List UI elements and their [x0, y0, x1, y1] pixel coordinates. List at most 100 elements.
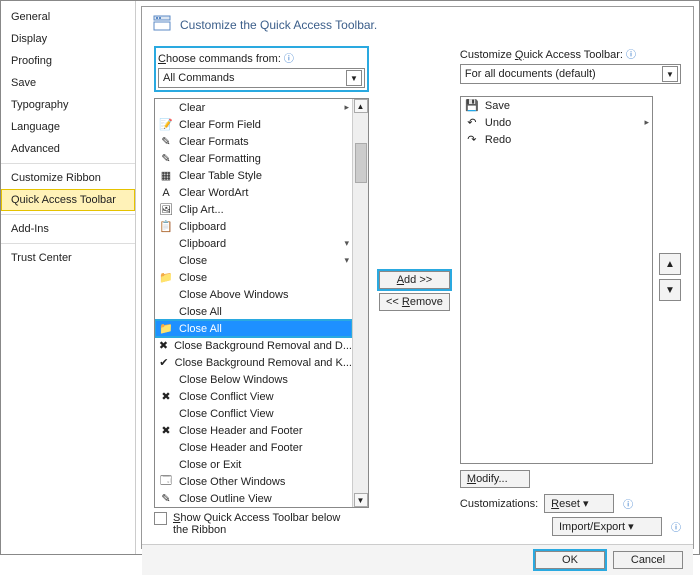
- list-item[interactable]: Clear▸: [155, 99, 352, 116]
- list-item[interactable]: ✖Close Header and Footer: [155, 422, 352, 439]
- info-icon: ⓘ: [626, 50, 636, 61]
- list-item[interactable]: 📁Close: [155, 269, 352, 286]
- command-icon: ▦: [158, 169, 174, 182]
- submenu-icon: ▸: [344, 102, 349, 113]
- list-item[interactable]: ✔ Close Background Removal and K...: [155, 354, 352, 371]
- list-item[interactable]: 🖼Clip Art...: [155, 201, 352, 218]
- sidebar-item-advanced[interactable]: Advanced: [1, 138, 135, 160]
- command-icon: ✔: [158, 356, 170, 369]
- list-item[interactable]: ▦ Clear Table Style: [155, 167, 352, 184]
- list-item-label: Clear WordArt: [179, 187, 248, 199]
- list-item-label: Clear Formatting: [179, 153, 261, 165]
- scroll-up-icon[interactable]: ▲: [354, 99, 368, 113]
- list-item-label: Close All: [179, 323, 222, 335]
- list-item-label: Close Other Windows: [179, 476, 285, 488]
- list-item-label: Close Above Windows: [179, 289, 288, 301]
- customizations-label: Customizations:: [460, 498, 538, 510]
- chevron-down-icon: ▼: [662, 66, 678, 82]
- sidebar-item-addins[interactable]: Add-Ins: [1, 218, 135, 240]
- command-icon: ↶: [464, 116, 480, 129]
- list-item-label: Clear Table Style: [179, 170, 262, 182]
- info-icon: ⓘ: [671, 519, 681, 534]
- command-icon: ✎: [158, 152, 174, 165]
- command-icon: ✎: [158, 492, 174, 505]
- list-item[interactable]: ↷Redo: [461, 131, 652, 148]
- dropdown-icon: ▾: [344, 255, 349, 266]
- list-item-label: Close: [179, 255, 207, 267]
- command-icon: A: [158, 187, 174, 199]
- command-icon: 🗔: [158, 472, 174, 491]
- list-item-label: Close Header and Footer: [179, 442, 303, 454]
- command-icon: 📁: [158, 322, 174, 335]
- remove-button[interactable]: << Remove: [379, 293, 450, 311]
- submenu-icon: ▸: [644, 117, 649, 128]
- modify-button[interactable]: Modify...: [460, 470, 530, 488]
- choose-commands-select[interactable]: All Commands ▼: [158, 68, 365, 88]
- command-icon: 📁: [158, 271, 174, 284]
- sidebar-item-general[interactable]: General: [1, 6, 135, 28]
- dialog-title: Customize the Quick Access Toolbar.: [180, 18, 377, 32]
- list-item[interactable]: 📋 Clipboard: [155, 218, 352, 235]
- sidebar-item-save[interactable]: Save: [1, 72, 135, 94]
- sidebar-item-typography[interactable]: Typography: [1, 94, 135, 116]
- list-item[interactable]: ✖Close Conflict View: [155, 388, 352, 405]
- command-icon: 📝: [158, 118, 174, 131]
- add-button[interactable]: Add >>: [379, 271, 450, 289]
- list-item[interactable]: ✎ Close Outline View: [155, 490, 352, 507]
- available-commands-list[interactable]: Clear▸📝Clear Form Field ✎ Clear Formats ✎ Cl…: [154, 98, 369, 508]
- settings-sidebar: General Display Proofing Save Typography…: [1, 1, 136, 554]
- list-item[interactable]: Close Above Windows: [155, 286, 352, 303]
- reset-button[interactable]: Reset ▾: [544, 494, 614, 513]
- info-icon: ⓘ: [284, 54, 294, 65]
- cancel-button[interactable]: Cancel: [613, 551, 683, 569]
- sidebar-item-proofing[interactable]: Proofing: [1, 50, 135, 72]
- sidebar-item-display[interactable]: Display: [1, 28, 135, 50]
- list-item[interactable]: 📁 Close All: [155, 320, 352, 337]
- scrollbar[interactable]: ▲ ▼: [352, 99, 368, 507]
- list-item[interactable]: Close Conflict View: [155, 405, 352, 422]
- sidebar-item-customize-ribbon[interactable]: Customize Ribbon: [1, 167, 135, 189]
- list-item-label: Clear Formats: [179, 136, 249, 148]
- list-item[interactable]: Close Below Windows: [155, 371, 352, 388]
- list-item[interactable]: Close All: [155, 303, 352, 320]
- scroll-down-icon[interactable]: ▼: [354, 493, 368, 507]
- list-item-label: Save: [485, 100, 510, 112]
- list-item[interactable]: ✎ Clear Formats: [155, 133, 352, 150]
- list-item[interactable]: A Clear WordArt: [155, 184, 352, 201]
- list-item-label: Close Outline View: [179, 493, 272, 505]
- list-item[interactable]: ✎ Clear Formatting: [155, 150, 352, 167]
- current-commands-list[interactable]: 💾 Save ↶ Undo ▸ ↷Redo: [460, 96, 653, 464]
- sidebar-item-quick-access-toolbar[interactable]: Quick Access Toolbar: [1, 189, 135, 211]
- info-icon: ⓘ: [623, 496, 633, 511]
- sidebar-item-language[interactable]: Language: [1, 116, 135, 138]
- list-item-label: Clipboard: [179, 238, 226, 250]
- list-item-label: Close Background Removal and K...: [175, 357, 352, 369]
- list-item-label: Clipboard: [179, 221, 226, 233]
- command-icon: 💾: [464, 99, 480, 112]
- command-icon: ✖: [158, 390, 174, 403]
- list-item[interactable]: Close Header and Footer: [155, 439, 352, 456]
- list-item-label: Undo: [485, 117, 511, 129]
- choose-commands-label: Choose commands from:ⓘ: [158, 50, 365, 65]
- list-item-label: Close Below Windows: [179, 374, 288, 386]
- list-item[interactable]: Close or Exit: [155, 456, 352, 473]
- move-up-button[interactable]: ▲: [659, 253, 681, 275]
- customize-qat-select[interactable]: For all documents (default) ▼: [460, 64, 681, 84]
- ok-button[interactable]: OK: [535, 551, 605, 569]
- list-item[interactable]: Clipboard▾: [155, 235, 352, 252]
- command-icon: ✖: [158, 339, 169, 352]
- list-item[interactable]: 📝Clear Form Field: [155, 116, 352, 133]
- list-item[interactable]: 🗔 Close Other Windows: [155, 473, 352, 490]
- list-item[interactable]: ↶ Undo ▸: [461, 114, 652, 131]
- command-icon: 📋: [158, 220, 174, 233]
- list-item-label: Close Conflict View: [179, 408, 274, 420]
- show-below-ribbon-checkbox[interactable]: [154, 512, 167, 525]
- command-icon: ↷: [464, 133, 480, 146]
- list-item[interactable]: ✖Close Background Removal and D...: [155, 337, 352, 354]
- import-export-button[interactable]: Import/Export ▾: [552, 517, 662, 536]
- command-icon: ✎: [158, 135, 174, 148]
- move-down-button[interactable]: ▼: [659, 279, 681, 301]
- list-item[interactable]: Close ▾: [155, 252, 352, 269]
- list-item[interactable]: 💾 Save: [461, 97, 652, 114]
- sidebar-item-trust-center[interactable]: Trust Center: [1, 247, 135, 269]
